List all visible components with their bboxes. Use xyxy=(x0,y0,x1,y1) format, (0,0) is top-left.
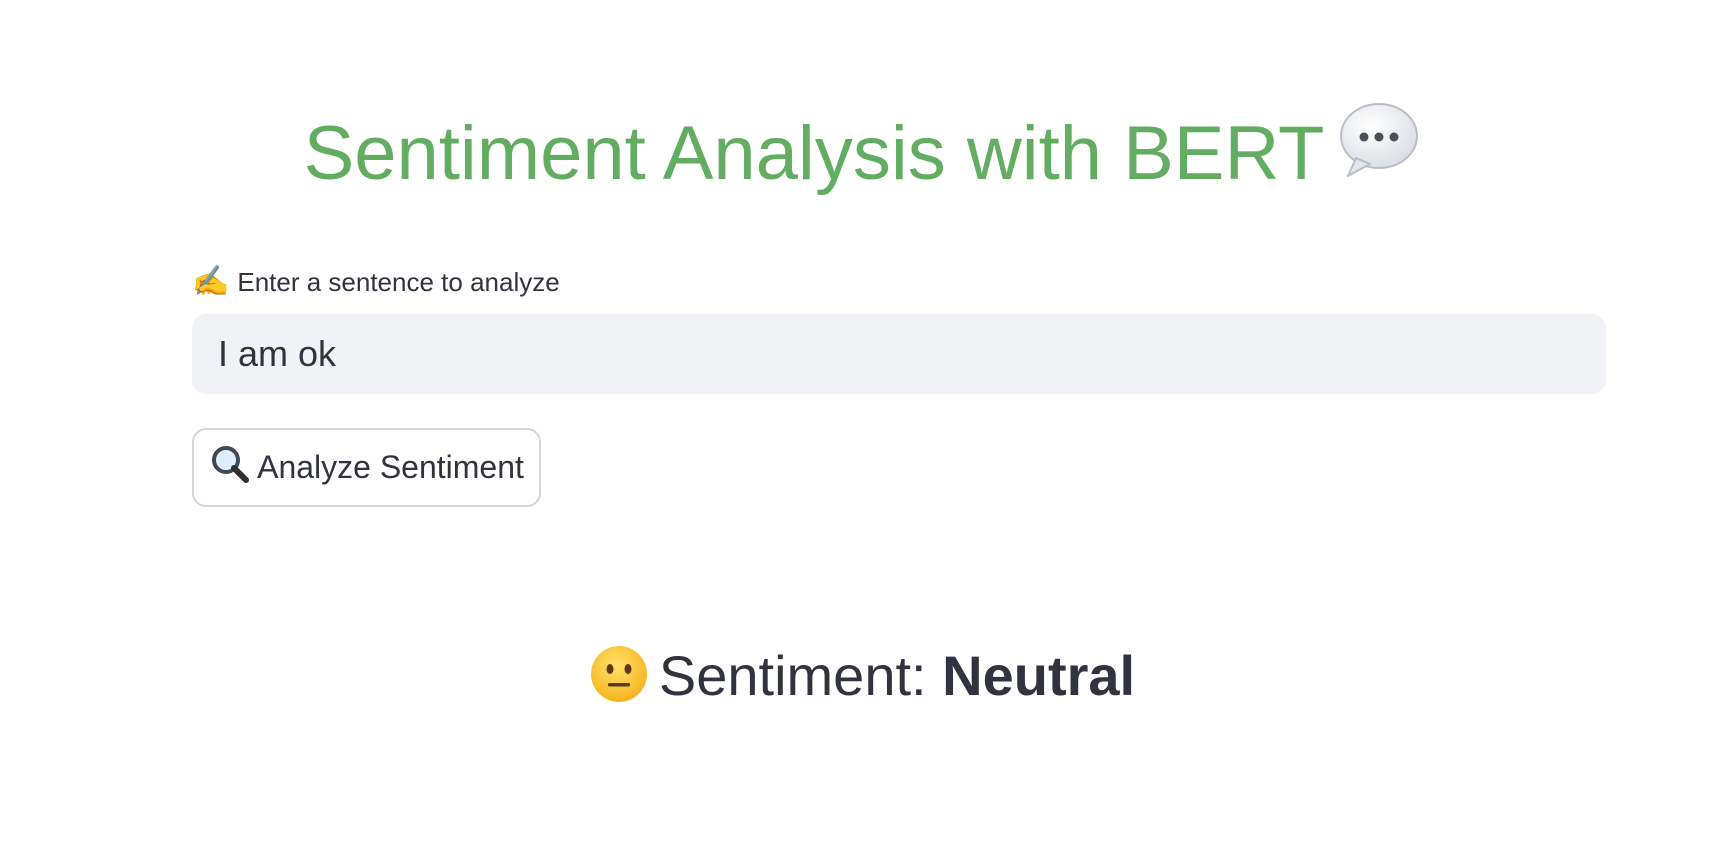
input-label-text: Enter a sentence to analyze xyxy=(237,267,560,297)
analyze-sentiment-label: Analyze Sentiment xyxy=(257,449,524,485)
sentiment-result-value: Neutral xyxy=(942,644,1136,707)
neutral-face-icon xyxy=(589,644,659,707)
sentiment-result: Sentiment: Neutral xyxy=(0,640,1724,712)
sentiment-result-prefix: Sentiment: xyxy=(658,644,927,707)
sentence-input[interactable]: I am ok xyxy=(192,314,1606,394)
app-page: Sentiment Analysis with BERT ✍️ Enter a … xyxy=(0,0,1724,854)
page-title-text: Sentiment Analysis with BERT xyxy=(303,111,1325,196)
magnifying-glass-icon xyxy=(209,443,257,493)
speech-bubble-icon xyxy=(1338,103,1420,209)
page-title: Sentiment Analysis with BERT xyxy=(0,103,1724,209)
input-label: ✍️ Enter a sentence to analyze xyxy=(192,262,560,302)
analyze-sentiment-button[interactable]: Analyze Sentiment xyxy=(192,428,541,507)
writing-hand-icon: ✍️ xyxy=(192,265,230,298)
sentence-input-value: I am ok xyxy=(218,333,337,374)
